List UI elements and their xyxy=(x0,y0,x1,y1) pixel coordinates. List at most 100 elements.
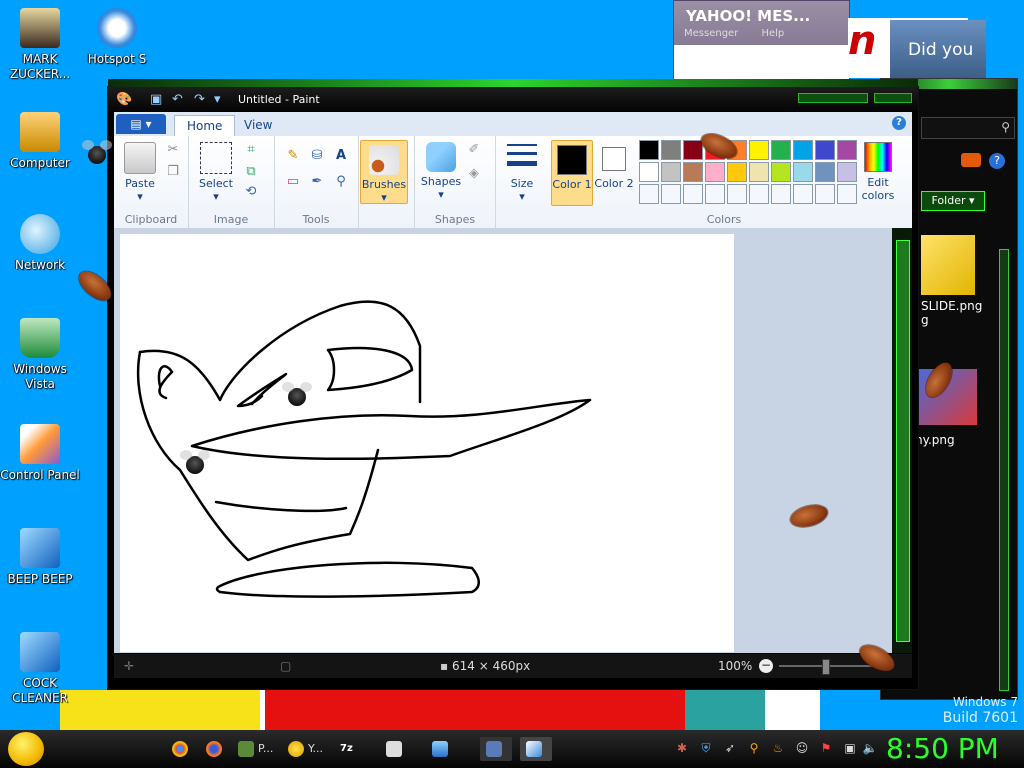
palette-swatch[interactable] xyxy=(683,140,703,160)
paint-title-bar[interactable]: 🎨 ▣ ↶ ↷ ▾ Untitled - Paint xyxy=(108,87,918,111)
palette-swatch[interactable] xyxy=(793,162,813,182)
zoom-slider-handle[interactable] xyxy=(822,659,830,675)
drawing-canvas[interactable] xyxy=(120,234,734,652)
resize-icon[interactable]: ⧉ xyxy=(242,164,260,180)
palette-swatch-empty[interactable] xyxy=(837,184,857,204)
explorer-search-box[interactable]: ⚲ xyxy=(921,117,1015,139)
palette-swatch[interactable] xyxy=(727,162,747,182)
file-menu-button[interactable]: ▤ ▾ xyxy=(116,114,166,134)
palette-swatch[interactable] xyxy=(793,140,813,160)
color1-button[interactable]: Color 1 xyxy=(551,140,593,206)
minimize-button[interactable] xyxy=(798,93,868,103)
palette-swatch-empty[interactable] xyxy=(639,184,659,204)
desktop-icon-control-panel[interactable]: Control Panel xyxy=(0,424,80,483)
shapes-button[interactable]: Shapes ▾ xyxy=(419,142,463,201)
desktop-icon-windows-vista[interactable]: Windows Vista xyxy=(0,318,80,392)
desktop-icon-computer[interactable]: Computer xyxy=(0,112,80,171)
desktop-icon-hotspot[interactable]: Hotspot S xyxy=(77,8,157,67)
shield-icon[interactable]: ⛨ xyxy=(698,740,714,756)
flag-icon[interactable]: ⚑ xyxy=(818,740,834,756)
flame-icon[interactable]: ♨ xyxy=(770,740,786,756)
chat-icon[interactable]: ☺ xyxy=(794,740,810,756)
undo-icon[interactable]: ↶ xyxy=(172,92,183,107)
palette-swatch-empty[interactable] xyxy=(705,184,725,204)
start-button[interactable] xyxy=(8,732,44,766)
palette-swatch-empty[interactable] xyxy=(727,184,747,204)
desktop-icon-beep-beep[interactable]: BEEP BEEP xyxy=(0,528,80,587)
file-label-any[interactable]: ny.png xyxy=(915,433,955,447)
palette-swatch[interactable] xyxy=(639,162,659,182)
taskbar-chrome[interactable] xyxy=(172,737,192,761)
explorer-toolbar-icon[interactable] xyxy=(961,153,981,167)
outline-icon[interactable]: ✐ xyxy=(465,142,483,158)
edit-colors-button[interactable]: Edit colors xyxy=(856,142,900,202)
taskbar-7zip[interactable]: 7z xyxy=(340,737,360,761)
palette-swatch-empty[interactable] xyxy=(683,184,703,204)
tab-view[interactable]: View xyxy=(232,115,284,136)
palette-swatch-empty[interactable] xyxy=(661,184,681,204)
taskbar-explorer[interactable] xyxy=(432,737,452,761)
explorer-scrollbar[interactable] xyxy=(999,249,1009,691)
paste-button[interactable]: Paste ▾ xyxy=(118,142,162,203)
fill-icon[interactable]: ⛁ xyxy=(308,148,326,164)
palette-swatch[interactable] xyxy=(661,162,681,182)
tab-home[interactable]: Home xyxy=(174,115,236,137)
palette-swatch[interactable] xyxy=(815,162,835,182)
volume-icon[interactable]: 🔈 xyxy=(862,740,878,756)
palette-swatch[interactable] xyxy=(837,162,857,182)
color-picker-icon[interactable]: ✒ xyxy=(308,174,326,190)
taskbar-firefox[interactable] xyxy=(206,737,226,761)
palette-swatch[interactable] xyxy=(749,162,769,182)
palette-swatch[interactable] xyxy=(683,162,703,182)
paint-app-icon[interactable]: 🎨 xyxy=(116,92,132,107)
pencil-icon[interactable]: ✎ xyxy=(284,148,302,164)
palette-swatch[interactable] xyxy=(749,140,769,160)
text-icon[interactable]: A xyxy=(332,148,350,164)
taskbar-paint[interactable] xyxy=(520,737,552,761)
desktop-icon-mark-zucker[interactable]: MARK ZUCKER... xyxy=(0,8,80,82)
network-icon[interactable]: ▣ xyxy=(842,740,858,756)
crop-icon[interactable]: ⌗ xyxy=(242,142,260,158)
palette-swatch[interactable] xyxy=(837,140,857,160)
cut-icon[interactable]: ✂ xyxy=(164,142,182,158)
taskbar-downloads[interactable] xyxy=(386,737,406,761)
palette-swatch[interactable] xyxy=(771,162,791,182)
palette-swatch[interactable] xyxy=(705,162,725,182)
magnifier-icon[interactable]: ⚲ xyxy=(332,174,350,190)
palette-swatch-empty[interactable] xyxy=(749,184,769,204)
brushes-button[interactable]: Brushes ▾ xyxy=(360,140,408,204)
search-icon[interactable]: ⚲ xyxy=(746,740,762,756)
redo-icon[interactable]: ↷ xyxy=(194,92,205,107)
taskbar-clock[interactable]: 8:50 PM xyxy=(886,732,999,765)
palette-swatch-empty[interactable] xyxy=(793,184,813,204)
palette-swatch-empty[interactable] xyxy=(815,184,835,204)
copy-icon[interactable]: ❐ xyxy=(164,164,182,180)
scroll-thumb[interactable] xyxy=(896,240,910,642)
color2-button[interactable]: Color 2 xyxy=(594,140,634,204)
close-button[interactable] xyxy=(874,93,912,103)
shape-fill-icon[interactable]: ◈ xyxy=(465,166,483,182)
yahoo-messenger-window[interactable]: YAHOO! MES... Messenger Help xyxy=(673,0,850,80)
eraser-icon[interactable]: ▭ xyxy=(284,174,302,190)
taskbar-item-y[interactable]: Y... xyxy=(288,737,332,761)
palette-swatch[interactable] xyxy=(661,140,681,160)
palette-swatch[interactable] xyxy=(771,140,791,160)
paint-window[interactable]: 🎨 ▣ ↶ ↷ ▾ Untitled - Paint ▤ ▾ Home View… xyxy=(107,79,919,690)
taskbar-app[interactable] xyxy=(480,737,512,761)
quick-access-dropdown-icon[interactable]: ▾ xyxy=(214,92,221,107)
desktop-icon-network[interactable]: Network xyxy=(0,214,80,273)
roach-tray-icon[interactable]: ✱ xyxy=(674,740,690,756)
palette-swatch[interactable] xyxy=(815,140,835,160)
rotate-icon[interactable]: ⟲ xyxy=(242,184,260,200)
canvas-vertical-scrollbar[interactable] xyxy=(892,228,912,653)
select-button[interactable]: Select ▾ xyxy=(194,142,238,203)
slide-thumbnail[interactable] xyxy=(921,235,975,295)
zoom-slider[interactable] xyxy=(779,659,879,675)
zoom-out-button[interactable]: − xyxy=(759,659,773,673)
help-icon[interactable]: ? xyxy=(892,116,906,130)
messenger-menu[interactable]: Messenger Help xyxy=(684,28,784,39)
pointer-icon[interactable]: ➶ xyxy=(722,740,738,756)
desktop-icon-cock-cleaner[interactable]: COCK CLEANER xyxy=(0,632,80,706)
folder-button[interactable]: Folder ▾ xyxy=(921,191,985,211)
palette-swatch[interactable] xyxy=(639,140,659,160)
